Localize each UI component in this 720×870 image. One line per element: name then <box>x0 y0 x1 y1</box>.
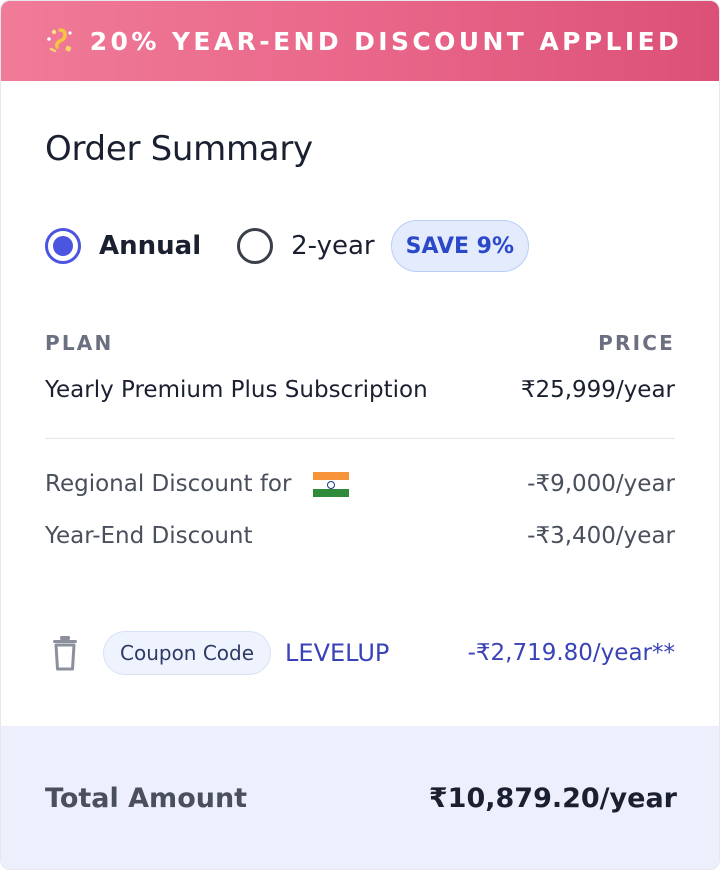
sparkle-confetti-icon <box>40 21 80 61</box>
regional-discount-row: Regional Discount for -₹9,000/year <box>45 471 675 498</box>
billing-option-label: 2-year <box>291 231 375 261</box>
plan-name: Yearly Premium Plus Subscription <box>45 377 428 403</box>
plan-column-header: PLAN <box>45 331 114 355</box>
banner-text: 20% YEAR-END DISCOUNT APPLIED <box>89 26 683 56</box>
billing-option-annual[interactable]: Annual <box>45 228 201 264</box>
divider <box>45 438 675 439</box>
plan-row: Yearly Premium Plus Subscription ₹25,999… <box>45 377 675 403</box>
order-summary-card: 20% YEAR-END DISCOUNT APPLIED Order Summ… <box>0 0 720 870</box>
coupon-code-chip: Coupon Code <box>103 631 272 675</box>
coupon-code-value: LEVELUP <box>285 639 390 667</box>
radio-2-year[interactable] <box>237 228 274 264</box>
billing-option-label: Annual <box>99 231 202 261</box>
total-amount-bar: Total Amount ₹10,879.20/year <box>1 726 719 869</box>
save-badge: SAVE 9% <box>390 220 530 272</box>
radio-annual[interactable] <box>45 228 81 264</box>
billing-option-2-year[interactable]: 2-year <box>237 228 375 264</box>
regional-discount-label: Regional Discount for <box>45 471 292 497</box>
discount-banner: 20% YEAR-END DISCOUNT APPLIED <box>1 1 719 81</box>
trash-icon[interactable] <box>45 633 85 673</box>
india-flag-icon <box>312 471 349 498</box>
total-amount-value: ₹10,879.20/year <box>428 783 677 814</box>
price-column-header: PRICE <box>598 331 675 355</box>
coupon-discount-value: -₹2,719.80/year** <box>467 640 675 666</box>
year-end-discount-value: -₹3,400/year <box>527 523 675 549</box>
regional-discount-value: -₹9,000/year <box>527 471 675 498</box>
year-end-discount-label: Year-End Discount <box>45 523 253 549</box>
total-amount-label: Total Amount <box>45 783 248 814</box>
plan-price: ₹25,999/year <box>520 377 675 403</box>
coupon-row: Coupon Code LEVELUP -₹2,719.80/year** <box>45 631 675 675</box>
page-title: Order Summary <box>45 129 313 169</box>
year-end-discount-row: Year-End Discount -₹3,400/year <box>45 523 675 549</box>
billing-period-selector: Annual 2-year SAVE 9% <box>45 219 530 273</box>
